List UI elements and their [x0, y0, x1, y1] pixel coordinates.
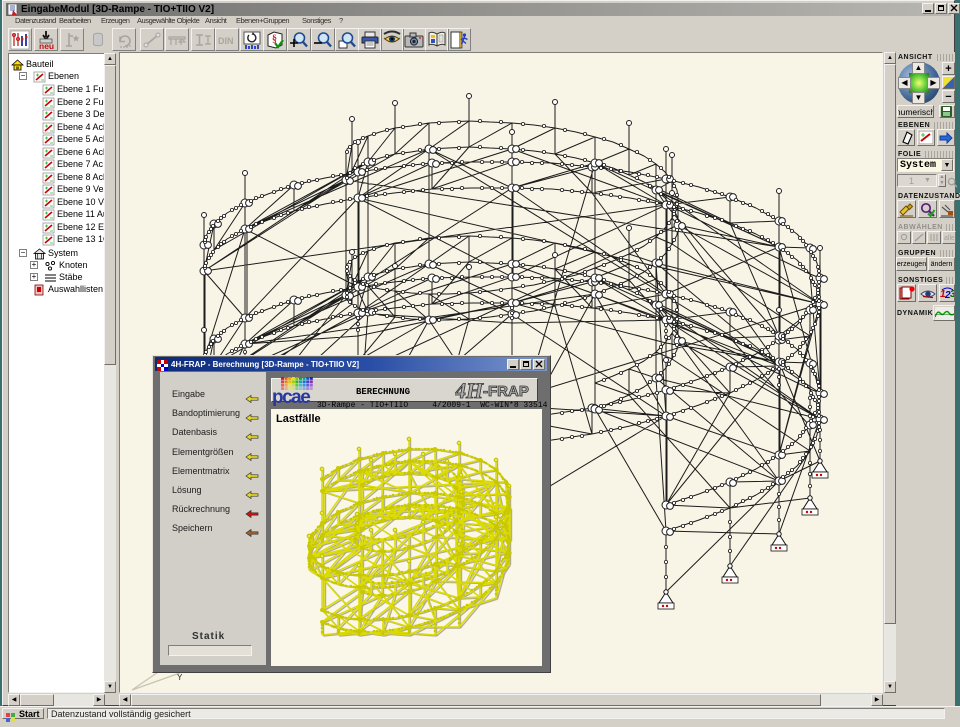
svg-text:neu: neu [39, 41, 54, 50]
svg-text:-FRAP: -FRAP [483, 383, 529, 400]
svg-text:DIN: DIN [218, 36, 234, 46]
svg-text:3: 3 [950, 289, 954, 300]
svg-text:4H: 4H [455, 378, 484, 403]
svg-text:pcae: pcae [272, 387, 310, 406]
svg-text:alle: alle [944, 235, 954, 242]
svg-text:Y: Y [177, 673, 183, 683]
